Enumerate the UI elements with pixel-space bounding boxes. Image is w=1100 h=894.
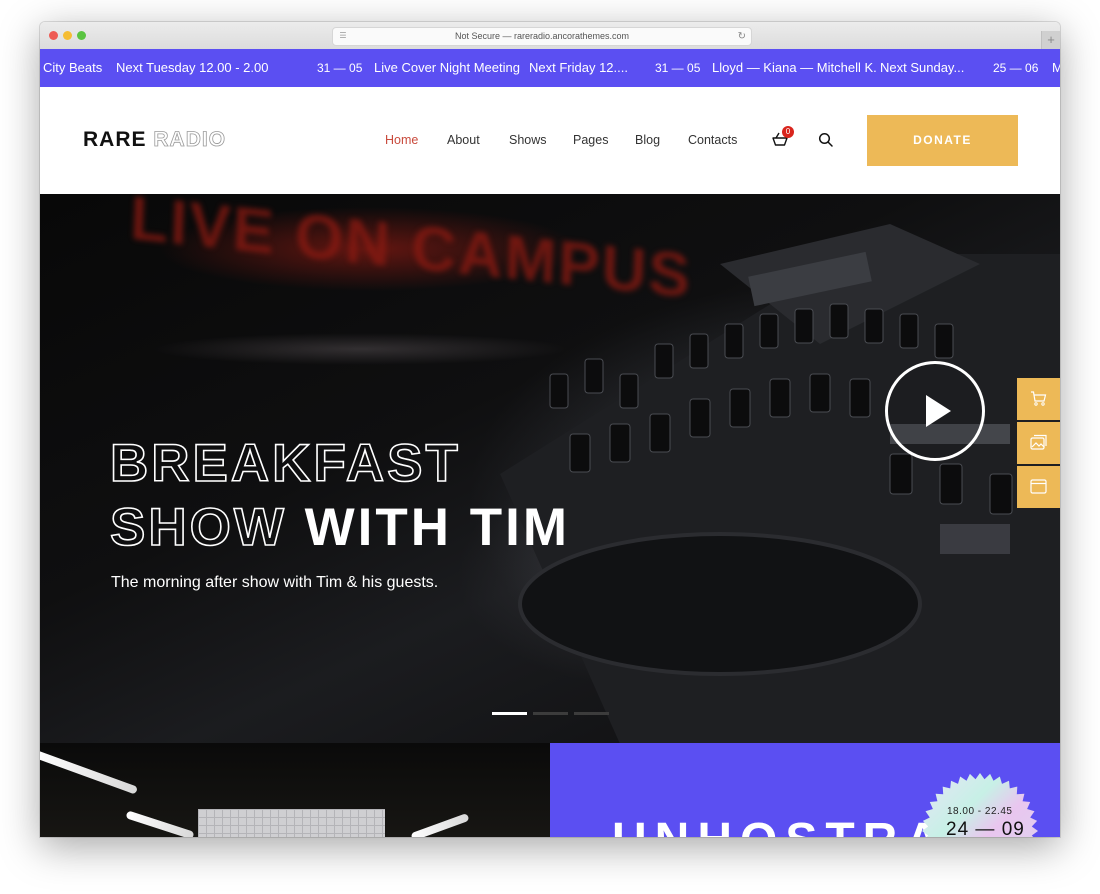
ticker-item[interactable]: Next Friday 12.... bbox=[529, 49, 628, 87]
side-panel-gallery[interactable] bbox=[1017, 422, 1060, 464]
nav-blog[interactable]: Blog bbox=[635, 133, 660, 147]
badge-date: 24 — 09 bbox=[946, 819, 1025, 837]
site-header: RARE RADIO Home About Shows Pages Blog C… bbox=[40, 87, 1060, 194]
close-window-button[interactable] bbox=[49, 31, 58, 40]
minimize-window-button[interactable] bbox=[63, 31, 72, 40]
hero-title: BREAKFAST SHOW WITH TIM bbox=[109, 432, 570, 560]
hero-subtitle: The morning after show with Tim & his gu… bbox=[111, 574, 439, 591]
new-tab-button[interactable]: + bbox=[1041, 31, 1060, 49]
badge-time: 18.00 - 22.45 bbox=[947, 806, 1013, 817]
hero-title-line2-solid: WITH TIM bbox=[304, 498, 570, 557]
browser-window: ☰ Not Secure — rareradio.ancorathemes.co… bbox=[40, 22, 1060, 837]
donate-button[interactable]: DONATE bbox=[867, 115, 1018, 166]
browser-titlebar: ☰ Not Secure — rareradio.ancorathemes.co… bbox=[40, 22, 1060, 50]
url-text: Not Secure — rareradio.ancorathemes.com bbox=[454, 31, 630, 41]
ticker-item[interactable]: Next Sunday... bbox=[880, 49, 964, 87]
ceiling-light bbox=[40, 749, 139, 795]
hero-title-line2-outline: SHOW bbox=[109, 497, 287, 558]
logo-outline-text: RADIO bbox=[153, 128, 227, 152]
ceiling-light bbox=[125, 810, 195, 837]
ticker-item[interactable]: Next Tuesday 12.00 - 2.00 bbox=[116, 49, 268, 87]
ticker-item[interactable]: City Beats bbox=[43, 49, 102, 87]
slider-dot-2[interactable] bbox=[533, 712, 568, 715]
cart-icon bbox=[1031, 391, 1047, 406]
play-button[interactable] bbox=[885, 361, 985, 461]
ticker-date: 31 — 05 bbox=[317, 61, 363, 75]
nav-shows[interactable]: Shows bbox=[509, 133, 547, 147]
ticker-item[interactable]: Lloyd — Kiana — Mitchell K. bbox=[712, 49, 877, 87]
ceiling-light bbox=[410, 812, 470, 837]
window-icon bbox=[1030, 479, 1047, 494]
hero-title-line1: BREAKFAST bbox=[109, 433, 461, 494]
ticker-date: 25 — 06 bbox=[993, 61, 1039, 75]
image-icon bbox=[1030, 434, 1047, 450]
news-ticker: City Beats Next Tuesday 12.00 - 2.00 31 … bbox=[40, 49, 1060, 87]
hero-slider: LIVE ON CAMPUS BREAKFAST SHOW WITH TIM T… bbox=[40, 194, 1060, 743]
nav-about[interactable]: About bbox=[447, 133, 480, 147]
site-logo[interactable]: RARE RADIO bbox=[83, 128, 226, 152]
side-panel-layout[interactable] bbox=[1017, 466, 1060, 508]
show-image-subway bbox=[40, 743, 550, 837]
ticker-item[interactable]: M bbox=[1052, 49, 1060, 87]
nav-contacts[interactable]: Contacts bbox=[688, 133, 737, 147]
address-bar[interactable]: ☰ Not Secure — rareradio.ancorathemes.co… bbox=[332, 27, 752, 46]
ticker-item[interactable]: Live Cover Night Meeting bbox=[374, 49, 520, 87]
side-panel-cart[interactable] bbox=[1017, 378, 1060, 420]
promo-block: UNHOSTRABL 18.00 - 22.45 24 — 09 bbox=[550, 743, 1060, 837]
tiled-wall bbox=[198, 809, 385, 837]
search-icon[interactable] bbox=[818, 132, 834, 148]
cart-count-badge: 0 bbox=[782, 126, 794, 138]
maximize-window-button[interactable] bbox=[77, 31, 86, 40]
reload-icon[interactable]: ↻ bbox=[738, 28, 746, 45]
slider-dot-1[interactable] bbox=[492, 712, 527, 715]
reader-menu-icon[interactable]: ☰ bbox=[338, 32, 348, 40]
logo-solid-text: RARE bbox=[83, 128, 147, 151]
slider-dot-3[interactable] bbox=[574, 712, 609, 715]
nav-home[interactable]: Home bbox=[385, 133, 418, 147]
ticker-date: 31 — 05 bbox=[655, 61, 701, 75]
nav-pages[interactable]: Pages bbox=[573, 133, 608, 147]
play-icon bbox=[926, 395, 951, 427]
